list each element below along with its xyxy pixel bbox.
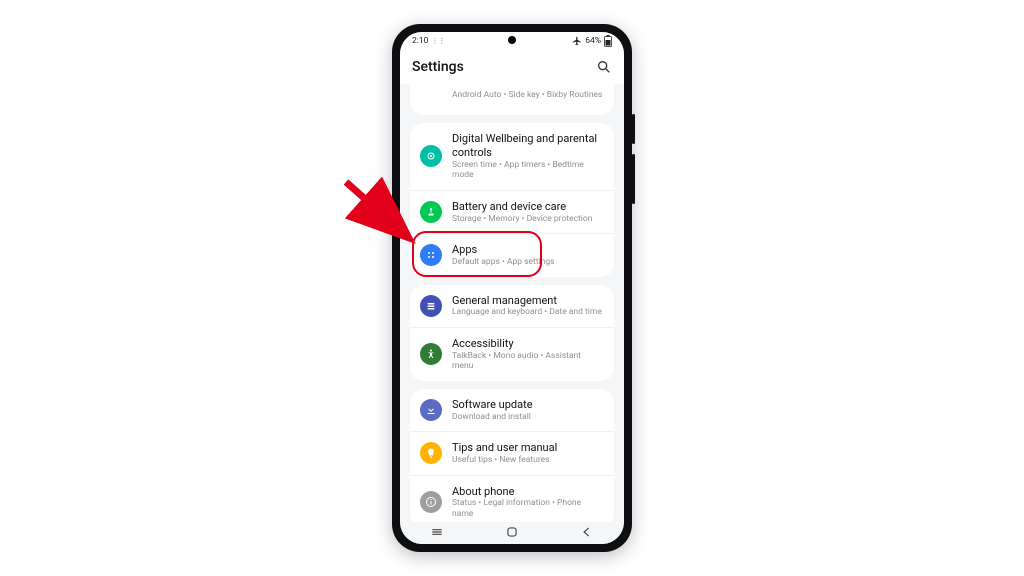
row-subtitle: TalkBack • Mono audio • Assistant menu <box>452 351 604 372</box>
apps-icon <box>420 244 442 266</box>
settings-group: Software updateDownload and installTips … <box>410 389 614 529</box>
tips-icon <box>420 442 442 464</box>
battery-icon <box>604 35 612 47</box>
settings-row-battery-and[interactable]: Battery and device careStorage • Memory … <box>410 190 614 233</box>
row-title: Accessibility <box>452 337 604 351</box>
settings-group: Digital Wellbeing and parental controlsS… <box>410 123 614 277</box>
settings-row-software-update[interactable]: Software updateDownload and install <box>410 389 614 431</box>
home-button[interactable] <box>505 525 519 542</box>
search-button[interactable] <box>596 59 612 75</box>
status-indicator-icon: ⋮⋮ <box>431 37 445 45</box>
info-icon <box>420 491 442 513</box>
status-battery-text: 64% <box>585 36 601 46</box>
row-subtitle: Download and install <box>452 412 533 423</box>
back-button[interactable] <box>580 525 594 542</box>
gear-icon <box>420 295 442 317</box>
row-title: About phone <box>452 485 604 499</box>
phone-frame: 2:10 ⋮⋮ 64% Settings <box>392 24 632 552</box>
row-subtitle: Useful tips • New features <box>452 455 557 466</box>
settings-row-about-phone[interactable]: About phoneStatus • Legal information • … <box>410 475 614 529</box>
status-time: 2:10 <box>412 36 428 46</box>
settings-row-digital-wellbeing[interactable]: Digital Wellbeing and parental controlsS… <box>410 123 614 190</box>
download-icon <box>420 399 442 421</box>
row-subtitle: Status • Legal information • Phone name <box>452 498 604 519</box>
row-subtitle: Default apps • App settings <box>452 257 555 268</box>
front-camera-cutout <box>508 36 516 44</box>
row-title: Battery and device care <box>452 200 592 214</box>
row-subtitle: Storage • Memory • Device protection <box>452 214 592 225</box>
navigation-bar <box>400 522 624 544</box>
row-title: Apps <box>452 243 555 257</box>
settings-row-tips-and[interactable]: Tips and user manualUseful tips • New fe… <box>410 431 614 474</box>
row-title: Tips and user manual <box>452 441 557 455</box>
row-title: General management <box>452 294 602 308</box>
row-subtitle: Screen time • App timers • Bedtime mode <box>452 160 604 181</box>
app-bar: Settings <box>400 50 624 84</box>
settings-group: Advanced featuresAndroid Auto • Side key… <box>410 84 614 115</box>
recents-button[interactable] <box>430 525 444 542</box>
row-title: Software update <box>452 398 533 412</box>
airplane-mode-icon <box>572 36 582 46</box>
wellbeing-icon <box>420 145 442 167</box>
page-title: Settings <box>412 59 464 75</box>
settings-group: General managementLanguage and keyboard … <box>410 285 614 381</box>
settings-row-apps[interactable]: AppsDefault apps • App settings <box>410 233 614 276</box>
accessibility-icon <box>420 343 442 365</box>
settings-row-advanced-features[interactable]: Advanced featuresAndroid Auto • Side key… <box>410 84 614 115</box>
settings-row-accessibility[interactable]: AccessibilityTalkBack • Mono audio • Ass… <box>410 327 614 381</box>
row-subtitle: Android Auto • Side key • Bixby Routines <box>452 90 602 101</box>
row-title: Digital Wellbeing and parental controls <box>452 132 604 160</box>
settings-scroll-area[interactable]: Advanced featuresAndroid Auto • Side key… <box>400 84 624 544</box>
battery-icon <box>420 201 442 223</box>
row-subtitle: Language and keyboard • Date and time <box>452 307 602 318</box>
settings-row-general-management[interactable]: General managementLanguage and keyboard … <box>410 285 614 327</box>
phone-screen: 2:10 ⋮⋮ 64% Settings <box>400 32 624 544</box>
